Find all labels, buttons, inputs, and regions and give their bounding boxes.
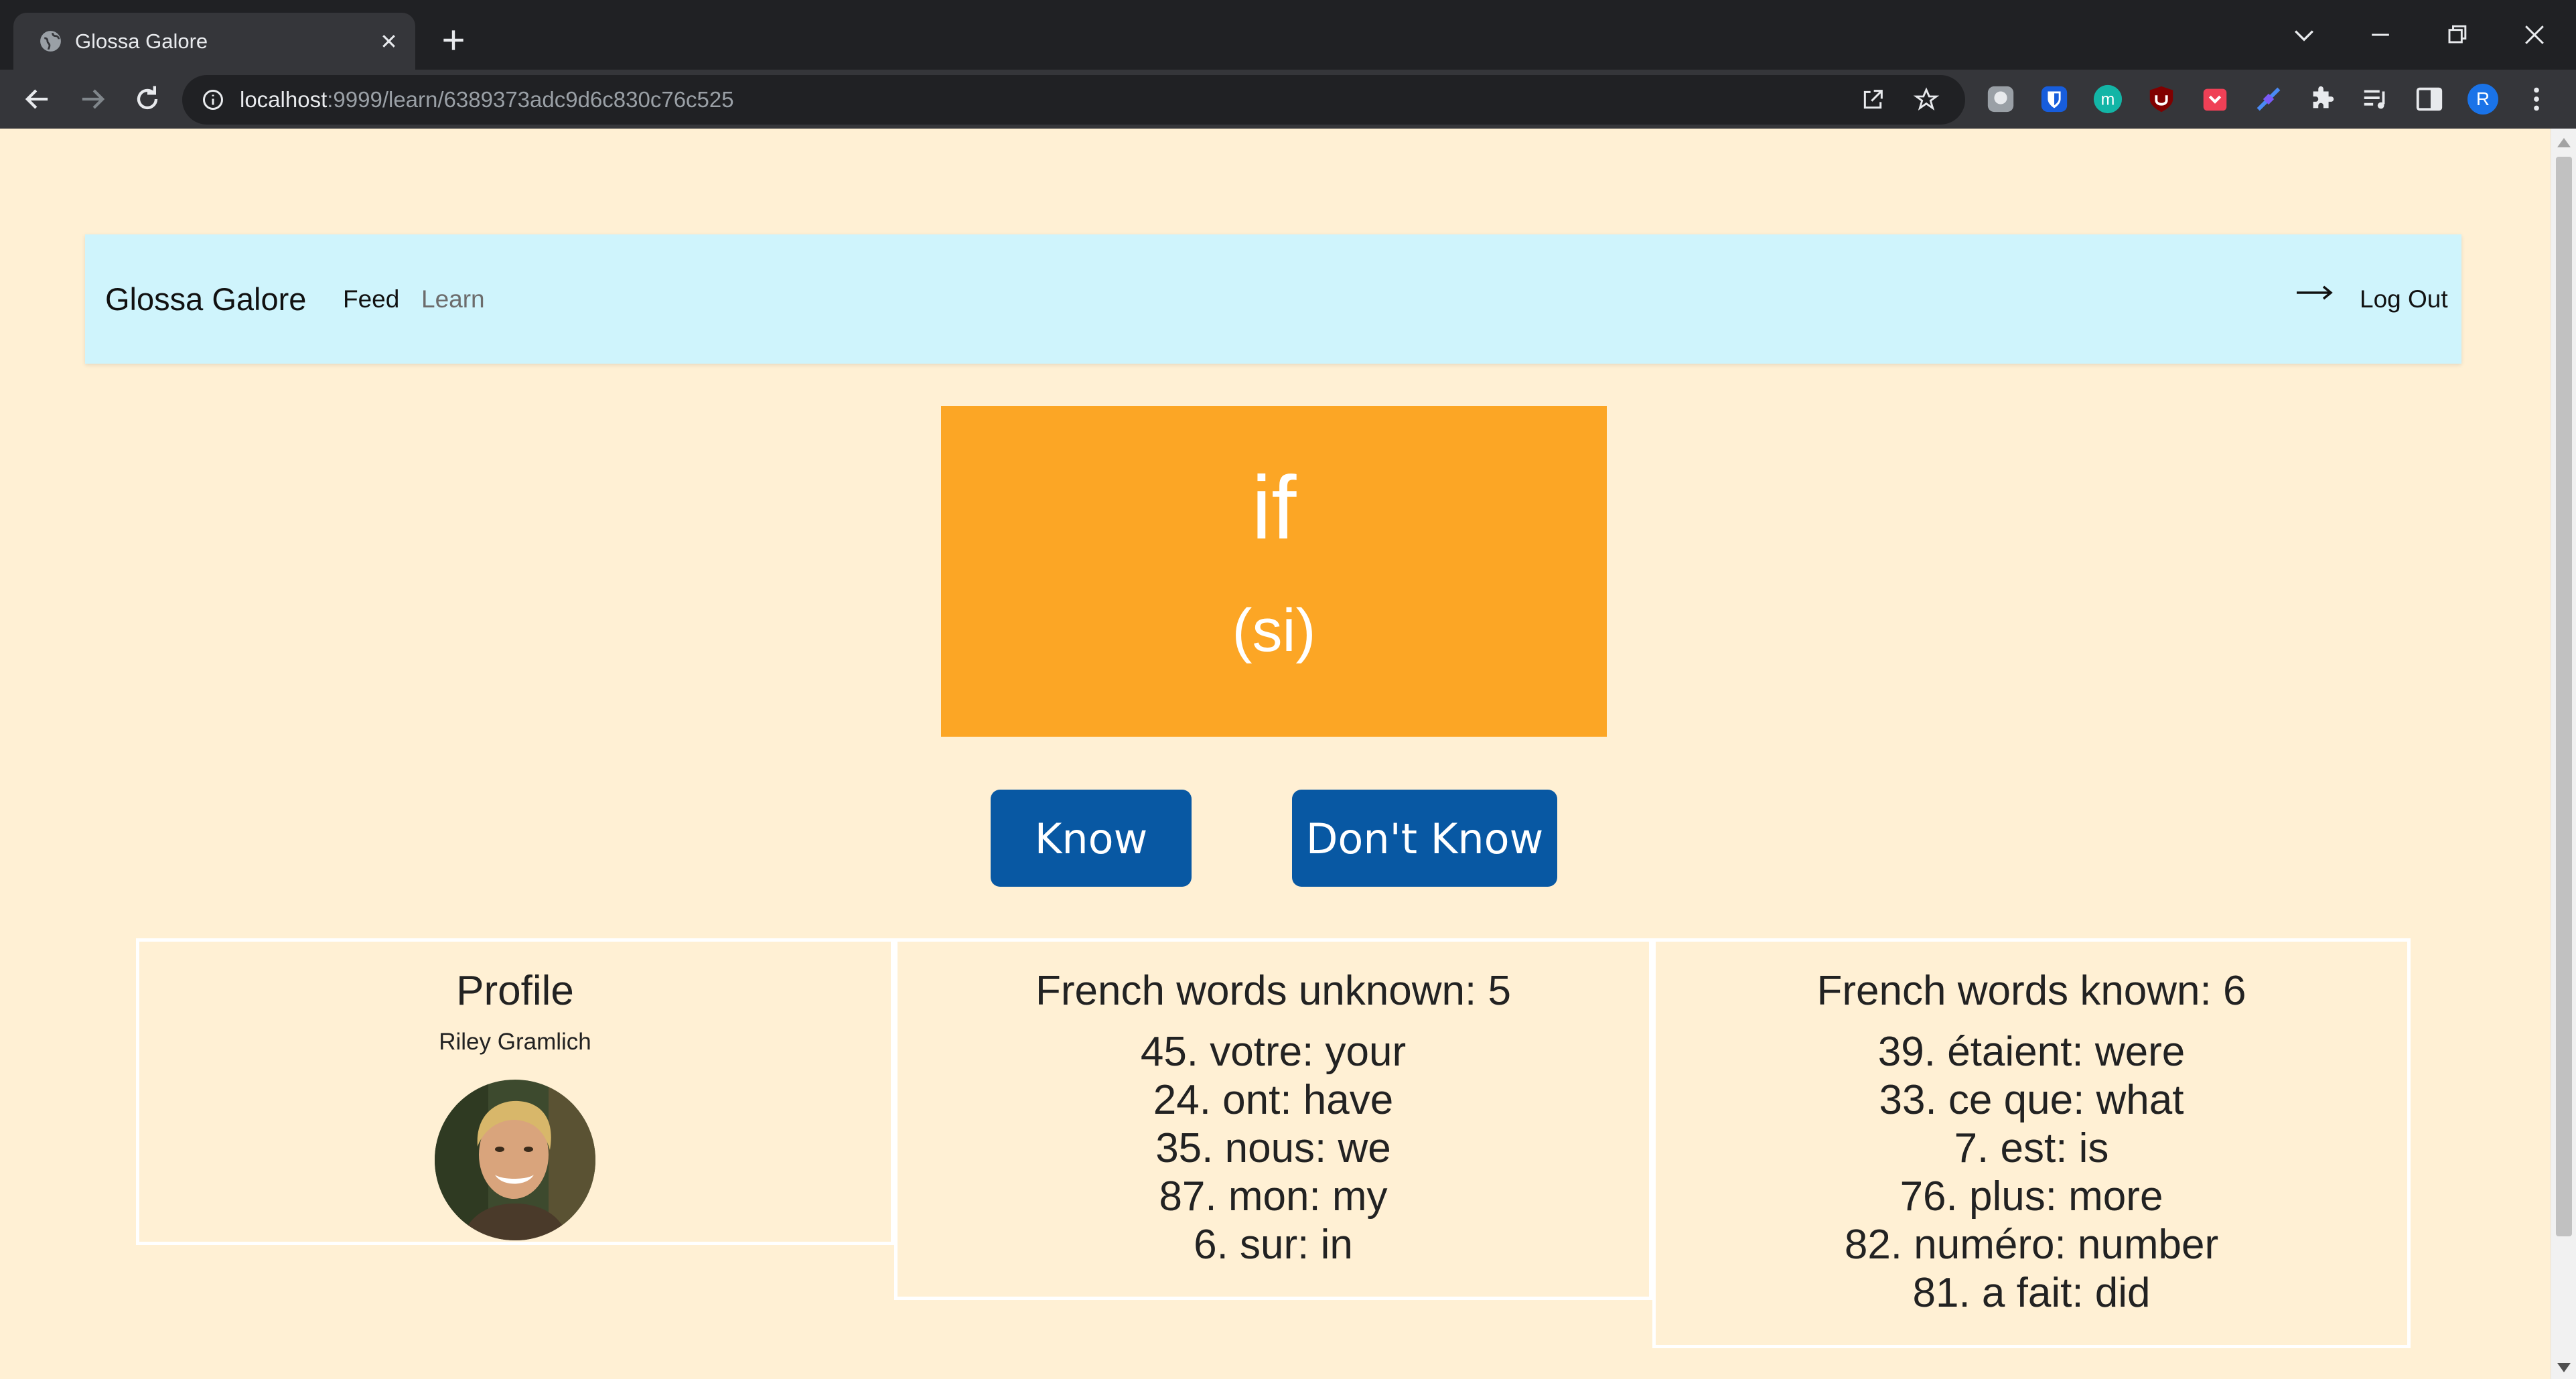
forward-arrow-icon[interactable] bbox=[75, 82, 110, 117]
extension-connector-icon[interactable] bbox=[2253, 84, 2284, 115]
site-brand[interactable]: Glossa Galore bbox=[105, 234, 306, 364]
known-word-item: 81. a fait: did bbox=[1912, 1270, 2151, 1316]
site-navbar: Glossa Galore Feed Learn Log Out bbox=[85, 234, 2461, 364]
browser-tabstrip: Glossa Galore bbox=[0, 0, 2576, 70]
page-scrollbar[interactable] bbox=[2551, 129, 2576, 1379]
page-viewport: Glossa Galore Feed Learn Log Out if (si)… bbox=[0, 129, 2576, 1379]
side-panel-icon[interactable] bbox=[2414, 84, 2445, 115]
address-url[interactable]: localhost:9999/learn/6389373adc9d6c830c7… bbox=[240, 75, 734, 125]
media-queue-icon[interactable] bbox=[2360, 84, 2391, 115]
tab-title: Glossa Galore bbox=[75, 29, 208, 53]
unknown-words-list: 45. votre: your 24. ont: have 35. nous: … bbox=[898, 1028, 1649, 1269]
profile-avatar bbox=[435, 1080, 595, 1240]
known-words-title: French words known: 6 bbox=[1816, 968, 2246, 1014]
unknown-word-item: 87. mon: my bbox=[1159, 1173, 1388, 1220]
profile-avatar-button[interactable]: R bbox=[2467, 84, 2498, 115]
unknown-word-item: 35. nous: we bbox=[1155, 1125, 1391, 1171]
flashcard: if (si) bbox=[941, 406, 1607, 737]
scroll-down-arrow-icon[interactable] bbox=[2557, 1363, 2571, 1372]
dont-know-button[interactable]: Don't Know bbox=[1292, 790, 1557, 887]
flashcard-translation: (si) bbox=[1232, 597, 1316, 664]
url-host: localhost bbox=[240, 87, 328, 112]
back-arrow-icon[interactable] bbox=[20, 82, 55, 117]
pocket-icon[interactable] bbox=[2200, 84, 2230, 115]
unknown-word-item: 45. votre: your bbox=[1140, 1029, 1407, 1075]
scroll-up-arrow-icon[interactable] bbox=[2557, 138, 2571, 147]
unknown-words-title: French words unknown: 5 bbox=[1035, 968, 1511, 1014]
nav-link-learn[interactable]: Learn bbox=[421, 234, 485, 364]
address-bar[interactable]: localhost:9999/learn/6389373adc9d6c830c7… bbox=[182, 75, 1965, 125]
known-words-panel: French words known: 6 39. étaient: were … bbox=[1652, 938, 2411, 1348]
tab-search-chevron-icon[interactable] bbox=[2289, 20, 2319, 50]
unknown-word-item: 24. ont: have bbox=[1153, 1077, 1394, 1123]
url-path: :9999/learn/6389373adc9d6c830c76c525 bbox=[327, 87, 734, 112]
extension-m-letter: m bbox=[2101, 90, 2115, 109]
extension-m-icon[interactable]: m bbox=[2092, 84, 2123, 115]
unknown-words-panel: French words unknown: 5 45. votre: your … bbox=[894, 938, 1652, 1300]
flashcard-word: if bbox=[1251, 458, 1297, 558]
close-window-icon[interactable] bbox=[2520, 20, 2549, 50]
logout-link[interactable]: Log Out bbox=[2360, 234, 2448, 364]
known-words-list: 39. étaient: were 33. ce que: what 7. es… bbox=[1656, 1028, 2407, 1317]
unknown-word-item: 6. sur: in bbox=[1194, 1222, 1353, 1268]
restore-icon[interactable] bbox=[2442, 20, 2472, 50]
scrollbar-thumb[interactable] bbox=[2556, 157, 2572, 1236]
known-word-item: 7. est: is bbox=[1954, 1125, 2109, 1171]
kebab-menu-icon[interactable] bbox=[2521, 84, 2552, 115]
logout-arrow-icon[interactable] bbox=[2297, 283, 2334, 302]
minimize-icon[interactable] bbox=[2366, 20, 2395, 50]
ublock-shield-icon[interactable] bbox=[2146, 84, 2177, 115]
globe-icon bbox=[40, 31, 61, 52]
nav-link-feed[interactable]: Feed bbox=[343, 234, 399, 364]
site-info-icon[interactable] bbox=[201, 88, 225, 112]
profile-panel: Profile Riley Gramlich bbox=[136, 938, 894, 1245]
browser-tab-active[interactable]: Glossa Galore bbox=[13, 13, 415, 70]
close-tab-icon[interactable] bbox=[378, 30, 400, 52]
profile-name: Riley Gramlich bbox=[439, 1029, 591, 1055]
bookmark-star-icon[interactable] bbox=[1913, 86, 1940, 113]
known-word-item: 76. plus: more bbox=[1900, 1173, 2163, 1220]
profile-title: Profile bbox=[456, 968, 574, 1014]
known-word-item: 82. numéro: number bbox=[1844, 1222, 2219, 1268]
reload-icon[interactable] bbox=[130, 82, 165, 117]
browser-toolbar: localhost:9999/learn/6389373adc9d6c830c7… bbox=[0, 70, 2576, 129]
bitwarden-shield-icon[interactable] bbox=[2039, 84, 2070, 115]
extensions-puzzle-icon[interactable] bbox=[2307, 84, 2338, 115]
known-word-item: 33. ce que: what bbox=[1879, 1077, 2184, 1123]
know-button[interactable]: Know bbox=[991, 790, 1192, 887]
new-tab-icon[interactable] bbox=[439, 25, 468, 55]
extension-bubble-icon[interactable] bbox=[1985, 84, 2016, 115]
share-icon[interactable] bbox=[1859, 86, 1886, 113]
known-word-item: 39. étaient: were bbox=[1877, 1029, 2186, 1075]
